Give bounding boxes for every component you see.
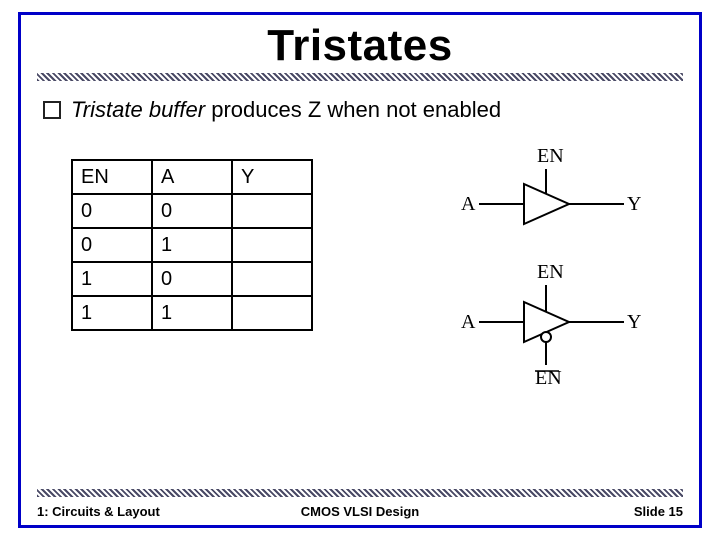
table-cell: 1 bbox=[72, 296, 152, 330]
bullet-text: Tristate buffer produces Z when not enab… bbox=[71, 97, 501, 123]
table-cell bbox=[232, 296, 312, 330]
footer-center: CMOS VLSI Design bbox=[37, 504, 683, 519]
table-row: 0 1 bbox=[72, 228, 312, 262]
bullet-line: Tristate buffer produces Z when not enab… bbox=[43, 97, 689, 123]
table-header: Y bbox=[232, 160, 312, 194]
label-en: EN bbox=[537, 145, 564, 168]
table-cell: 0 bbox=[152, 262, 232, 296]
label-y: Y bbox=[627, 311, 641, 334]
footer: 1: Circuits & Layout CMOS VLSI Design Sl… bbox=[37, 504, 683, 519]
diagram-area: EN A Y bbox=[459, 149, 649, 415]
table-header-row: EN A Y bbox=[72, 160, 312, 194]
table-row: 0 0 bbox=[72, 194, 312, 228]
table-cell: 1 bbox=[152, 296, 232, 330]
footer-divider bbox=[37, 489, 683, 497]
bullet-term: Tristate buffer bbox=[71, 97, 205, 122]
label-a: A bbox=[461, 193, 475, 216]
tristate-buffer-diagram: EN A Y bbox=[459, 149, 649, 249]
table-row: 1 0 bbox=[72, 262, 312, 296]
truth-table: EN A Y 0 0 0 1 1 0 1 1 bbox=[71, 159, 313, 331]
label-en: EN bbox=[537, 261, 564, 284]
table-row: 1 1 bbox=[72, 296, 312, 330]
table-header: A bbox=[152, 160, 232, 194]
table-cell: 1 bbox=[152, 228, 232, 262]
table-cell bbox=[232, 228, 312, 262]
slide-frame: Tristates Tristate buffer produces Z whe… bbox=[18, 12, 702, 528]
label-en-bar: EN bbox=[535, 367, 562, 390]
table-cell: 1 bbox=[72, 262, 152, 296]
table-cell bbox=[232, 262, 312, 296]
table-cell: 0 bbox=[72, 228, 152, 262]
bullet-icon bbox=[43, 101, 61, 119]
slide-title: Tristates bbox=[21, 21, 699, 71]
title-divider bbox=[37, 73, 683, 81]
label-a: A bbox=[461, 311, 475, 334]
table-cell: 0 bbox=[72, 194, 152, 228]
content-area: EN A Y 0 0 0 1 1 0 1 1 bbox=[21, 149, 699, 449]
bullet-rest: produces Z when not enabled bbox=[205, 97, 501, 122]
table-header: EN bbox=[72, 160, 152, 194]
table-cell bbox=[232, 194, 312, 228]
table-cell: 0 bbox=[152, 194, 232, 228]
tristate-buffer-enbar-diagram: EN A Y EN bbox=[459, 267, 649, 397]
label-y: Y bbox=[627, 193, 641, 216]
